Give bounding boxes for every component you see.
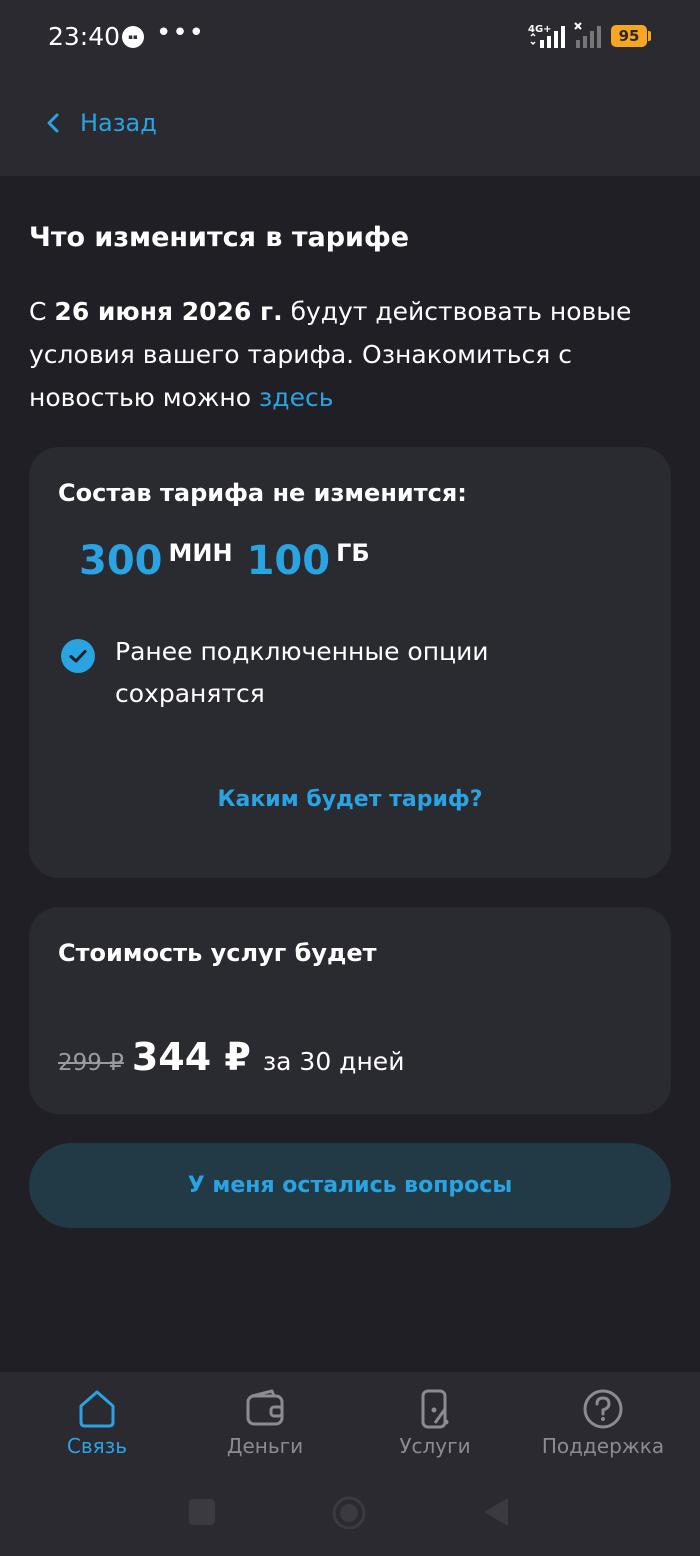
battery-icon: 95	[611, 25, 647, 47]
percent-phone-icon	[421, 1389, 449, 1429]
back-label: Назад	[80, 109, 157, 137]
tab-label: Услуги	[399, 1434, 471, 1458]
minutes-unit: МИН	[168, 539, 233, 567]
new-price: 344 ₽	[131, 1035, 251, 1079]
tariff-composition-card: Состав тарифа не изменится: 300 МИН 100 …	[29, 447, 671, 878]
home-button-icon[interactable]	[332, 1496, 366, 1530]
more-notifications-icon: •••	[156, 18, 206, 48]
signal-4g-icon: 4G+	[528, 24, 565, 48]
old-price: 299 ₽	[58, 1050, 124, 1076]
tariff-package: 300 МИН 100 ГБ	[79, 537, 370, 585]
intro-prefix: С	[29, 297, 47, 326]
back-button[interactable]: Назад	[44, 106, 157, 140]
options-preserved-text: Ранее подключенные опции сохранятся	[115, 637, 489, 708]
price-row: 299 ₽ 344 ₽ за 30 дней	[58, 1035, 404, 1079]
checkmark-circle-icon	[61, 639, 95, 673]
status-bar: 23:40 ▪▪ ••• 4G+ 95	[0, 0, 700, 72]
notification-app-icon: ▪▪	[122, 26, 144, 48]
question-icon	[583, 1389, 623, 1429]
chevron-left-icon	[47, 113, 59, 133]
back-triangle-icon[interactable]	[482, 1496, 510, 1528]
tariff-details-link[interactable]: Каким будет тариф?	[29, 787, 671, 812]
tab-uslugi[interactable]: Услуги	[350, 1388, 520, 1458]
tab-label: Связь	[66, 1434, 128, 1458]
tab-svyaz[interactable]: Связь	[12, 1388, 182, 1458]
composition-title: Состав тарифа не изменится:	[58, 479, 467, 507]
price-card: Стоимость услуг будет 299 ₽ 344 ₽ за 30 …	[29, 907, 671, 1114]
price-period: за 30 дней	[262, 1047, 405, 1076]
network-type-label: 4G+	[528, 24, 552, 35]
top-navigation: Назад	[0, 72, 700, 176]
intro-date: 26 июня 2026 г.	[54, 297, 283, 326]
wallet-icon	[246, 1389, 284, 1426]
price-title: Стоимость услуг будет	[58, 939, 377, 967]
tab-dengi[interactable]: Деньги	[180, 1388, 350, 1458]
status-time: 23:40	[48, 22, 121, 51]
minutes-value: 300	[79, 538, 163, 584]
tab-label: Поддержка	[541, 1434, 665, 1458]
battery-tip	[648, 31, 651, 41]
questions-button[interactable]: У меня остались вопросы	[29, 1143, 671, 1228]
system-navigation	[0, 1480, 700, 1546]
tab-podderzhka[interactable]: Поддержка	[518, 1388, 688, 1458]
options-preserved-row: Ранее подключенные опции сохранятся	[61, 637, 575, 715]
tab-label: Деньги	[226, 1434, 304, 1458]
page-title: Что изменится в тарифе	[29, 222, 410, 253]
signal-no-sim-icon	[574, 22, 601, 48]
intro-text: С 26 июня 2026 г. будут действовать новы…	[29, 290, 669, 419]
home-icon	[79, 1390, 115, 1428]
data-unit: ГБ	[336, 539, 370, 567]
data-value: 100	[246, 538, 331, 584]
recent-apps-icon[interactable]	[188, 1498, 216, 1526]
news-link[interactable]: здесь	[259, 383, 333, 412]
